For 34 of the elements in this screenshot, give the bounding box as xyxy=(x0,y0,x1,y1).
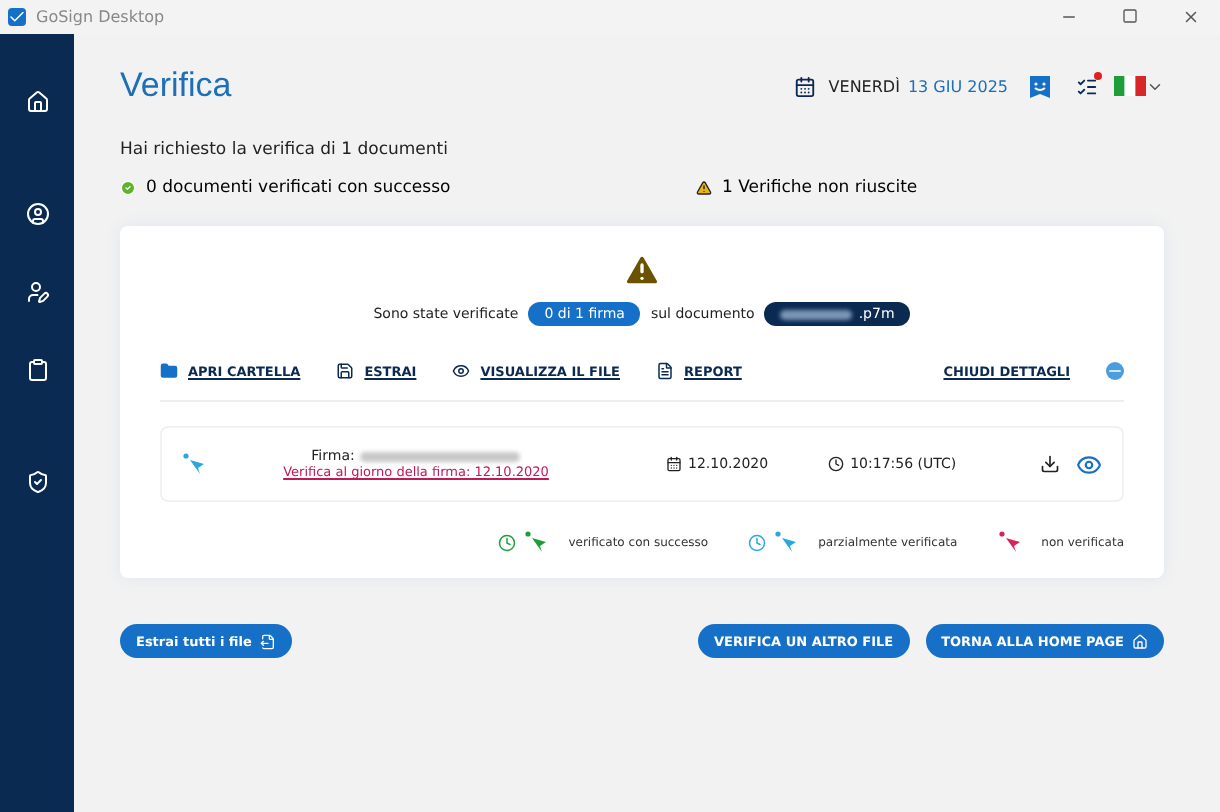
home-icon[interactable] xyxy=(25,90,49,114)
date: 13 GIU 2025 xyxy=(907,77,1008,95)
warning-icon xyxy=(696,180,712,196)
seal-icon xyxy=(182,452,206,476)
shield-icon[interactable] xyxy=(25,470,49,494)
signature-icon[interactable] xyxy=(25,280,49,304)
home-icon xyxy=(1132,633,1148,649)
failure-count: 1 Verifiche non riuscite xyxy=(722,178,918,198)
close-button[interactable] xyxy=(1182,8,1200,26)
folder-icon xyxy=(160,362,178,380)
success-count: 0 documenti verificati con successo xyxy=(146,178,453,198)
download-button[interactable] xyxy=(1040,454,1061,474)
maximize-button[interactable] xyxy=(1122,8,1138,24)
calendar-icon xyxy=(666,456,682,472)
collapse-icon xyxy=(1106,362,1124,380)
request-summary: Hai richiesto la verifica di 1 documenti xyxy=(120,140,450,160)
italian-flag-icon[interactable] xyxy=(1114,76,1146,96)
clock-icon xyxy=(828,456,845,472)
calendar-icon xyxy=(794,75,817,97)
document-icon xyxy=(656,362,674,380)
file-export-icon xyxy=(259,633,276,649)
page-title: Verifica xyxy=(120,66,234,106)
warning-icon xyxy=(622,250,662,290)
app-logo-icon xyxy=(8,8,26,26)
smiley-flag-icon[interactable] xyxy=(1028,73,1052,99)
tasks-icon[interactable] xyxy=(1076,75,1098,97)
window-title: GoSign Desktop xyxy=(36,8,167,26)
weekday: VENERDÌ xyxy=(828,77,900,95)
user-icon[interactable] xyxy=(25,202,49,226)
save-icon xyxy=(336,362,355,380)
clipboard-icon[interactable] xyxy=(25,358,49,382)
view-button[interactable] xyxy=(1076,451,1102,477)
check-icon xyxy=(120,180,136,196)
eye-icon xyxy=(452,362,471,380)
